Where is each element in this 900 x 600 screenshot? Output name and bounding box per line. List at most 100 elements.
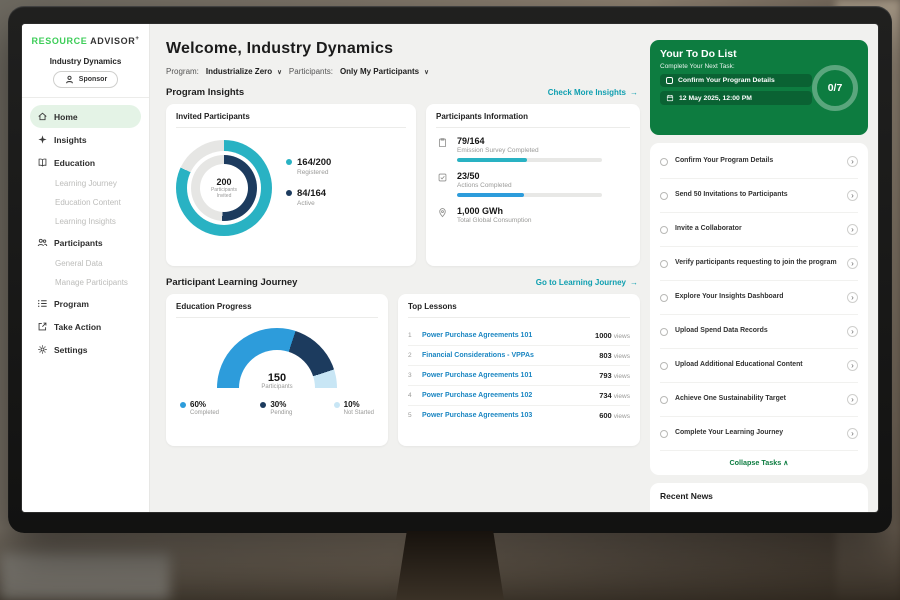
stat-global-consumption: 1,000 GWh Total Global Consumption (436, 206, 630, 228)
task-item[interactable]: Upload Additional Educational Content › (660, 349, 858, 383)
sidebar-item-education-content[interactable]: Education Content (30, 193, 141, 212)
task-item[interactable]: Send 50 Invitations to Participants › (660, 179, 858, 213)
task-checkbox[interactable] (660, 396, 668, 404)
chevron-right-icon[interactable]: › (847, 224, 858, 235)
checkbox-icon[interactable] (666, 77, 673, 84)
task-checkbox[interactable] (660, 294, 668, 302)
sponsor-badge[interactable]: Sponsor (53, 71, 118, 88)
link-label: Go to Learning Journey (536, 278, 626, 287)
task-item[interactable]: Confirm Your Program Details › (660, 145, 858, 179)
chevron-right-icon[interactable]: › (847, 292, 858, 303)
education-progress-card: Education Progress 150 Participants (166, 294, 388, 446)
donut-center-value: 200 (216, 177, 231, 187)
task-item[interactable]: Achieve One Sustainability Target › (660, 383, 858, 417)
lesson-rank: 5 (408, 412, 415, 419)
sidebar-item-insights[interactable]: Insights (30, 128, 141, 151)
sidebar-item-program[interactable]: Program (30, 292, 141, 315)
gauge-legend-dot (180, 402, 186, 408)
gauge-legend-dot (260, 402, 266, 408)
task-checkbox[interactable] (660, 430, 668, 438)
background-bottom-left-patch (0, 552, 170, 600)
chevron-right-icon[interactable]: › (847, 190, 858, 201)
sidebar-item-home[interactable]: Home (30, 105, 141, 128)
todo-title: Your To Do List (660, 48, 858, 60)
task-checkbox[interactable] (660, 328, 668, 336)
education-progress-gauge: 150 Participants (215, 326, 339, 390)
sidebar: RESOURCE ADVISOR+ Industry Dynamics Spon… (22, 24, 150, 512)
arrow-right-icon: → (630, 88, 638, 97)
chevron-right-icon[interactable]: › (847, 258, 858, 269)
sidebar-divider (22, 97, 149, 98)
task-label: Upload Spend Data Records (675, 327, 840, 336)
task-label: Send 50 Invitations to Participants (675, 191, 840, 200)
task-checkbox[interactable] (660, 362, 668, 370)
brand-secondary: ADVISOR (90, 36, 135, 46)
chevron-right-icon[interactable]: › (847, 156, 858, 167)
task-label: Upload Additional Educational Content (675, 361, 840, 370)
invited-participants-donut: 200 Participants Invited (176, 140, 272, 236)
lesson-row: 1 Power Purchase Agreements 101 1000view… (408, 326, 630, 346)
sparkle-icon (37, 134, 48, 145)
sidebar-item-learning-journey[interactable]: Learning Journey (30, 174, 141, 193)
stat-value: 1,000 GWh (457, 206, 531, 216)
lesson-row: 2 Financial Considerations - VPPAs 803vi… (408, 346, 630, 366)
todo-panel: Your To Do List Complete Your Next Task:… (648, 24, 878, 512)
sidebar-item-manage-participants[interactable]: Manage Participants (30, 273, 141, 292)
gauge-legend-dot (334, 402, 340, 408)
person-icon (64, 74, 75, 85)
book-icon (37, 157, 48, 168)
lesson-link[interactable]: Power Purchase Agreements 103 (422, 412, 592, 419)
filter-bar: Program: Industrialize Zero ∨ Participan… (166, 67, 640, 76)
legend-label: Pending (270, 410, 292, 416)
chevron-right-icon[interactable]: › (847, 360, 858, 371)
chevron-right-icon[interactable]: › (847, 326, 858, 337)
task-checkbox[interactable] (660, 158, 668, 166)
sidebar-item-learning-insights[interactable]: Learning Insights (30, 212, 141, 231)
lesson-link[interactable]: Financial Considerations - VPPAs (422, 352, 592, 359)
lesson-link[interactable]: Power Purchase Agreements 102 (422, 392, 592, 399)
collapse-label: Collapse Tasks (729, 458, 781, 467)
collapse-tasks-link[interactable]: Collapse Tasks ∧ (660, 451, 858, 470)
legend-value: 164/200 (297, 157, 331, 168)
home-icon (37, 111, 48, 122)
lesson-views: 734views (599, 391, 630, 400)
gear-icon (37, 344, 48, 355)
sidebar-item-education[interactable]: Education (30, 151, 141, 174)
task-checkbox[interactable] (660, 226, 668, 234)
program-select[interactable]: Industrialize Zero ∨ (206, 67, 282, 76)
monitor-frame: RESOURCE ADVISOR+ Industry Dynamics Spon… (8, 6, 892, 533)
task-item[interactable]: Explore Your Insights Dashboard › (660, 281, 858, 315)
task-item[interactable]: Invite a Collaborator › (660, 213, 858, 247)
todo-summary-card: Your To Do List Complete Your Next Task:… (650, 40, 868, 135)
stat-value: 23/50 (457, 171, 602, 181)
go-to-learning-journey-link[interactable]: Go to Learning Journey → (536, 278, 638, 287)
participants-select[interactable]: Only My Participants ∨ (340, 67, 429, 76)
next-task-pill[interactable]: Confirm Your Program Details (660, 74, 812, 87)
list-icon (37, 298, 48, 309)
lesson-link[interactable]: Power Purchase Agreements 101 (422, 372, 592, 379)
task-label: Confirm Your Program Details (675, 157, 840, 166)
legend-value: 10% (344, 400, 374, 409)
gauge-center-value: 150 (215, 372, 339, 384)
chevron-right-icon[interactable]: › (847, 428, 858, 439)
lesson-row: 5 Power Purchase Agreements 103 600views (408, 406, 630, 425)
lesson-link[interactable]: Power Purchase Agreements 101 (422, 332, 588, 339)
sidebar-item-general-data[interactable]: General Data (30, 254, 141, 273)
sidebar-item-take-action[interactable]: Take Action (30, 315, 141, 338)
task-checkbox[interactable] (660, 192, 668, 200)
check-more-insights-link[interactable]: Check More Insights → (548, 88, 638, 97)
task-checkbox[interactable] (660, 260, 668, 268)
donut-legend-dot (286, 159, 292, 165)
next-task-due-pill: 12 May 2025, 12:00 PM (660, 91, 812, 105)
progress-track (457, 158, 602, 162)
task-item[interactable]: Upload Spend Data Records › (660, 315, 858, 349)
task-item[interactable]: Verify participants requesting to join t… (660, 247, 858, 281)
legend-item-active: 84/164 Active (286, 188, 331, 207)
sidebar-item-settings[interactable]: Settings (30, 338, 141, 361)
check-square-icon (436, 171, 449, 197)
sidebar-item-participants[interactable]: Participants (30, 231, 141, 254)
program-insights-title: Program Insights (166, 87, 244, 98)
chevron-right-icon[interactable]: › (847, 394, 858, 405)
recent-news-card: Recent News (650, 483, 868, 512)
task-item[interactable]: Complete Your Learning Journey › (660, 417, 858, 451)
